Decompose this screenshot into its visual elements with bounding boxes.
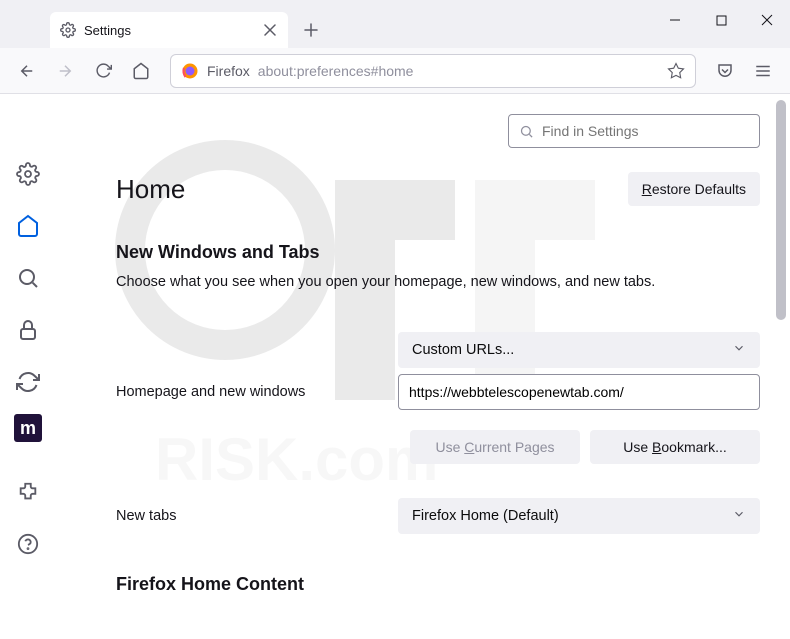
- homepage-mode-select[interactable]: Custom URLs...: [398, 332, 760, 368]
- gear-icon: [60, 22, 76, 38]
- close-window-button[interactable]: [744, 0, 790, 40]
- sidebar-extensions-icon[interactable]: [8, 472, 48, 512]
- back-button[interactable]: [10, 54, 44, 88]
- bookmark-star-icon[interactable]: [667, 62, 685, 80]
- homepage-label: Homepage and new windows: [116, 384, 398, 400]
- sidebar-search-icon[interactable]: [8, 258, 48, 298]
- use-current-pages-button[interactable]: Use Current Pages: [410, 430, 580, 464]
- sidebar-privacy-icon[interactable]: [8, 310, 48, 350]
- restore-defaults-button[interactable]: Restore Defaults: [628, 172, 760, 206]
- navigation-toolbar: Firefox about:preferences#home: [0, 48, 790, 94]
- newtabs-label: New tabs: [116, 508, 398, 524]
- reload-button[interactable]: [86, 54, 120, 88]
- firefox-icon: [181, 62, 199, 80]
- section-description: Choose what you see when you open your h…: [116, 273, 760, 292]
- sidebar-mozilla-icon[interactable]: m: [14, 414, 42, 442]
- homepage-url-input[interactable]: [398, 374, 760, 410]
- forward-button[interactable]: [48, 54, 82, 88]
- page-title: Home: [116, 174, 185, 205]
- find-in-settings[interactable]: [508, 114, 760, 148]
- close-tab-icon[interactable]: [262, 22, 278, 38]
- newtabs-mode-select[interactable]: Firefox Home (Default): [398, 498, 760, 534]
- scrollbar[interactable]: [774, 94, 788, 639]
- minimize-button[interactable]: [652, 0, 698, 40]
- titlebar: Settings: [0, 0, 790, 48]
- app-menu-button[interactable]: [746, 54, 780, 88]
- use-bookmark-button[interactable]: Use Bookmark...: [590, 430, 760, 464]
- url-bar[interactable]: Firefox about:preferences#home: [170, 54, 696, 88]
- scrollbar-thumb[interactable]: [776, 100, 786, 320]
- settings-content: Home Restore Defaults New Windows and Ta…: [56, 94, 790, 639]
- select-value: Custom URLs...: [412, 342, 514, 358]
- home-button[interactable]: [124, 54, 158, 88]
- sidebar-home-icon[interactable]: [8, 206, 48, 246]
- tab-title: Settings: [84, 23, 254, 38]
- chevron-down-icon: [732, 507, 746, 525]
- sidebar-help-icon[interactable]: [8, 524, 48, 564]
- section-firefox-home-content: Firefox Home Content: [116, 574, 760, 595]
- save-to-pocket-icon[interactable]: [708, 54, 742, 88]
- section-new-windows-tabs: New Windows and Tabs: [116, 242, 760, 263]
- browser-tab[interactable]: Settings: [50, 12, 288, 48]
- select-value: Firefox Home (Default): [412, 508, 559, 524]
- search-icon: [519, 124, 534, 139]
- new-tab-button[interactable]: [296, 15, 326, 45]
- window-controls: [652, 0, 790, 40]
- sidebar-general-icon[interactable]: [8, 154, 48, 194]
- identity-label: Firefox: [207, 63, 250, 79]
- mozilla-label: m: [20, 418, 36, 439]
- url-text: about:preferences#home: [258, 63, 659, 79]
- maximize-button[interactable]: [698, 0, 744, 40]
- chevron-down-icon: [732, 341, 746, 359]
- sidebar-sync-icon[interactable]: [8, 362, 48, 402]
- settings-sidebar: m: [0, 94, 56, 639]
- find-input[interactable]: [542, 123, 749, 139]
